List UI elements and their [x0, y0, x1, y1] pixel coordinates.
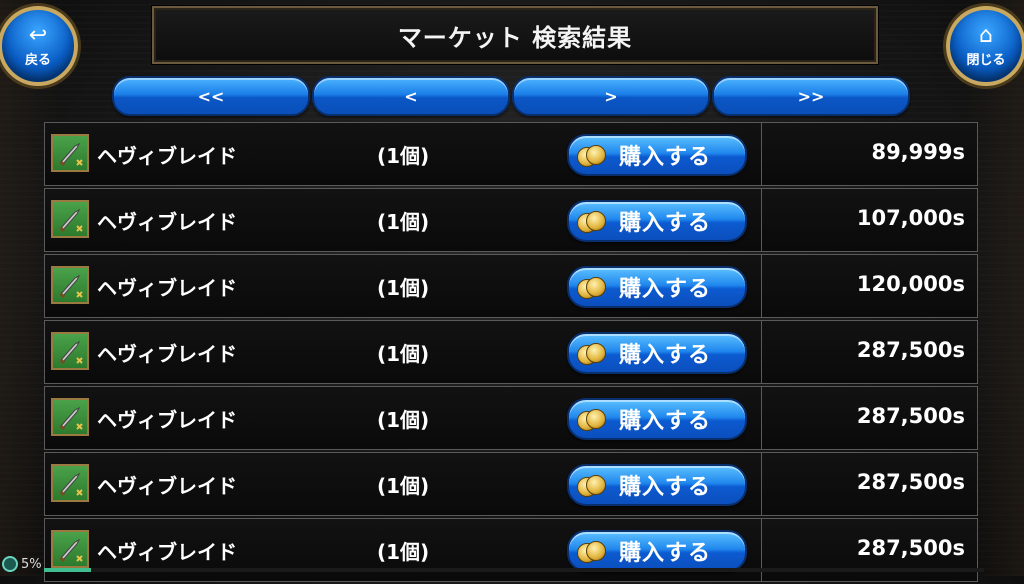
- column-divider: [761, 387, 762, 449]
- sword-icon: [51, 464, 89, 502]
- status-indicator: 5%: [2, 556, 42, 572]
- close-button-label: 閉じる: [966, 52, 1006, 68]
- back-button-label: 戻る: [24, 52, 51, 68]
- sword-icon: [51, 332, 89, 370]
- column-divider: [761, 123, 762, 185]
- buy-button-label: 購入する: [619, 277, 712, 302]
- item-name: ヘヴィブレイド: [97, 408, 237, 432]
- prev-page-button[interactable]: <: [312, 76, 510, 116]
- next-page-button[interactable]: >: [512, 76, 710, 116]
- column-divider: [761, 453, 762, 515]
- item-name: ヘヴィブレイド: [97, 540, 237, 564]
- undo-arrow-icon: ↩: [28, 22, 48, 48]
- item-price: 107,000s: [856, 206, 965, 230]
- coins-icon: [577, 341, 606, 365]
- item-quantity: (1個): [377, 474, 430, 498]
- coins-icon: [577, 539, 606, 563]
- item-quantity: (1個): [377, 342, 430, 366]
- buy-button[interactable]: 購入する: [567, 464, 747, 506]
- item-quantity: (1個): [377, 144, 430, 168]
- item-price: 287,500s: [856, 338, 965, 362]
- buy-button[interactable]: 購入する: [567, 332, 747, 374]
- item-name: ヘヴィブレイド: [97, 276, 237, 300]
- column-divider: [761, 321, 762, 383]
- coins-icon: [577, 143, 606, 167]
- column-divider: [761, 189, 762, 251]
- loading-ring-icon: [2, 556, 18, 572]
- coins-icon: [577, 275, 606, 299]
- listing-row: ヘヴィブレイド (1個) 購入する 287,500s: [44, 452, 978, 516]
- sword-icon: [51, 200, 89, 238]
- buy-button-label: 購入する: [619, 145, 712, 170]
- item-quantity: (1個): [377, 540, 430, 564]
- coins-icon: [577, 407, 606, 431]
- buy-button-label: 購入する: [619, 211, 712, 236]
- item-price: 89,999s: [871, 140, 965, 164]
- page-title: マーケット 検索結果: [397, 23, 633, 52]
- buy-button-label: 購入する: [619, 541, 712, 566]
- progress-bar: [44, 568, 984, 572]
- last-page-button[interactable]: >>: [712, 76, 910, 116]
- home-icon: ⌂: [979, 22, 993, 48]
- item-name: ヘヴィブレイド: [97, 144, 237, 168]
- item-price: 120,000s: [856, 272, 965, 296]
- coins-icon: [577, 473, 606, 497]
- progress-fill: [44, 568, 91, 572]
- title-bar: マーケット 検索結果: [152, 6, 878, 64]
- item-quantity: (1個): [377, 276, 430, 300]
- status-percent: 5%: [21, 556, 42, 572]
- item-quantity: (1個): [377, 210, 430, 234]
- listing-row: ヘヴィブレイド (1個) 購入する 120,000s: [44, 254, 978, 318]
- listing-row: ヘヴィブレイド (1個) 購入する 287,500s: [44, 518, 978, 582]
- back-button[interactable]: ↩ 戻る: [0, 6, 78, 86]
- listing-row: ヘヴィブレイド (1個) 購入する 287,500s: [44, 320, 978, 384]
- buy-button[interactable]: 購入する: [567, 266, 747, 308]
- listing-row: ヘヴィブレイド (1個) 購入する 89,999s: [44, 122, 978, 186]
- buy-button-label: 購入する: [619, 475, 712, 500]
- buy-button-label: 購入する: [619, 343, 712, 368]
- buy-button[interactable]: 購入する: [567, 200, 747, 242]
- first-page-button[interactable]: <<: [112, 76, 310, 116]
- column-divider: [761, 255, 762, 317]
- listing-list: ヘヴィブレイド (1個) 購入する 89,999s ヘヴィブレイド (1個) 購…: [44, 122, 978, 584]
- item-name: ヘヴィブレイド: [97, 210, 237, 234]
- sword-icon: [51, 266, 89, 304]
- item-name: ヘヴィブレイド: [97, 342, 237, 366]
- item-price: 287,500s: [856, 404, 965, 428]
- sword-icon: [51, 398, 89, 436]
- listing-row: ヘヴィブレイド (1個) 購入する 287,500s: [44, 386, 978, 450]
- item-quantity: (1個): [377, 408, 430, 432]
- listing-row: ヘヴィブレイド (1個) 購入する 107,000s: [44, 188, 978, 252]
- sword-icon: [51, 530, 89, 568]
- close-button[interactable]: ⌂ 閉じる: [946, 6, 1024, 86]
- buy-button[interactable]: 購入する: [567, 398, 747, 440]
- coins-icon: [577, 209, 606, 233]
- buy-button-label: 購入する: [619, 409, 712, 434]
- item-price: 287,500s: [856, 470, 965, 494]
- sword-icon: [51, 134, 89, 172]
- item-price: 287,500s: [856, 536, 965, 560]
- buy-button[interactable]: 購入する: [567, 530, 747, 572]
- buy-button[interactable]: 購入する: [567, 134, 747, 176]
- item-name: ヘヴィブレイド: [97, 474, 237, 498]
